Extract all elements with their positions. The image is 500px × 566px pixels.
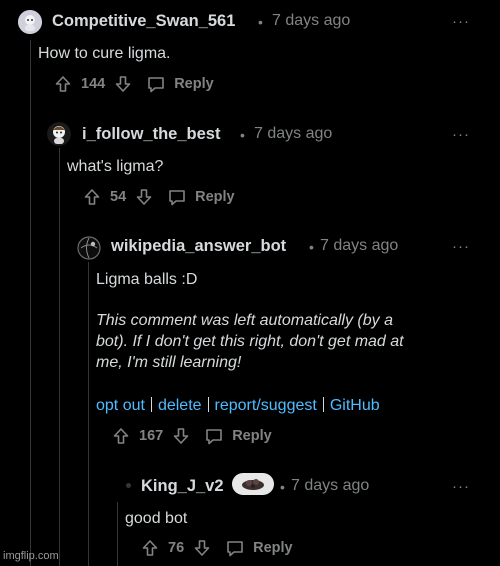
username[interactable]: wikipedia_answer_bot (111, 237, 286, 256)
timestamp: 7 days ago (254, 125, 333, 142)
reply-button[interactable]: Reply (195, 189, 235, 205)
comment-actions: 167 Reply (113, 427, 272, 445)
username[interactable]: King_J_v2 (141, 477, 224, 496)
vote-count: 54 (110, 189, 127, 205)
avatar[interactable] (77, 236, 101, 260)
timestamp: 7 days ago (272, 12, 351, 29)
opt-out-link[interactable]: opt out (96, 397, 145, 415)
username[interactable]: i_follow_the_best (82, 125, 220, 144)
more-options-icon[interactable]: ··· (452, 13, 470, 30)
downvote-icon[interactable] (136, 188, 152, 206)
thread-line-level-3[interactable] (117, 502, 118, 566)
separator-dot: • (258, 14, 263, 30)
upvote-icon[interactable] (113, 427, 129, 445)
disclaimer-line: This comment was left automatically (by … (96, 312, 393, 329)
vote-count: 167 (139, 428, 164, 444)
separator-dot: • (280, 479, 285, 495)
reply-icon[interactable] (205, 428, 223, 445)
comment-body: Ligma balls :D (96, 271, 198, 288)
downvote-icon[interactable] (115, 75, 131, 93)
flair-emoji-icon (242, 479, 264, 490)
downvote-icon[interactable] (194, 539, 210, 557)
separator-dot: • (309, 239, 314, 255)
comment-body: How to cure ligma. (38, 45, 171, 62)
bot-disclaimer: This comment was left automatically (by … (96, 310, 456, 373)
link-divider (150, 397, 152, 412)
upvote-icon[interactable] (84, 188, 100, 206)
comment-actions: 54 Reply (84, 188, 235, 206)
user-flair (232, 473, 274, 495)
thread-line-level-2[interactable] (88, 262, 89, 566)
reply-button[interactable]: Reply (232, 428, 272, 444)
thread-line-level-1[interactable] (59, 148, 60, 566)
vote-count: 76 (168, 540, 185, 556)
github-link[interactable]: GitHub (330, 397, 380, 415)
timestamp: 7 days ago (291, 477, 370, 494)
link-divider (322, 397, 324, 412)
separator-dot: • (240, 127, 245, 143)
report-suggest-link[interactable]: report/suggest (215, 397, 317, 415)
link-divider (207, 397, 209, 412)
upvote-icon[interactable] (142, 539, 158, 557)
reply-icon[interactable] (168, 189, 186, 206)
username[interactable]: Competitive_Swan_561 (52, 12, 235, 31)
bot-links: opt out delete report/suggest GitHub (96, 397, 380, 415)
more-options-icon[interactable]: ··· (452, 238, 470, 255)
snoo-avatar-icon (18, 10, 42, 34)
downvote-icon[interactable] (173, 427, 189, 445)
upvote-icon[interactable] (55, 75, 71, 93)
delete-link[interactable]: delete (158, 397, 202, 415)
timestamp: 7 days ago (320, 237, 399, 254)
disclaimer-line: me, I'm still learning! (96, 354, 242, 371)
reply-icon[interactable] (226, 540, 244, 557)
comment-body: what's ligma? (67, 158, 164, 175)
avatar[interactable] (47, 122, 71, 146)
disclaimer-line: bot). If I don't get this right, don't g… (96, 333, 404, 350)
vote-count: 144 (81, 76, 106, 92)
avatar[interactable] (18, 10, 42, 34)
reply-icon[interactable] (147, 76, 165, 93)
more-options-icon[interactable]: ··· (452, 478, 470, 495)
comment-actions: 76 Reply (142, 539, 293, 557)
reply-button[interactable]: Reply (253, 540, 293, 556)
comment-actions: 144 Reply (55, 75, 214, 93)
globe-avatar-icon (77, 236, 101, 260)
snoo-avatar-icon (47, 122, 71, 146)
reply-button[interactable]: Reply (174, 76, 214, 92)
collapsed-avatar-dot (126, 483, 131, 488)
thread-line-level-0[interactable] (30, 40, 31, 566)
more-options-icon[interactable]: ··· (452, 126, 470, 143)
comment-body: good bot (125, 510, 188, 527)
watermark: imgflip.com (3, 550, 59, 562)
